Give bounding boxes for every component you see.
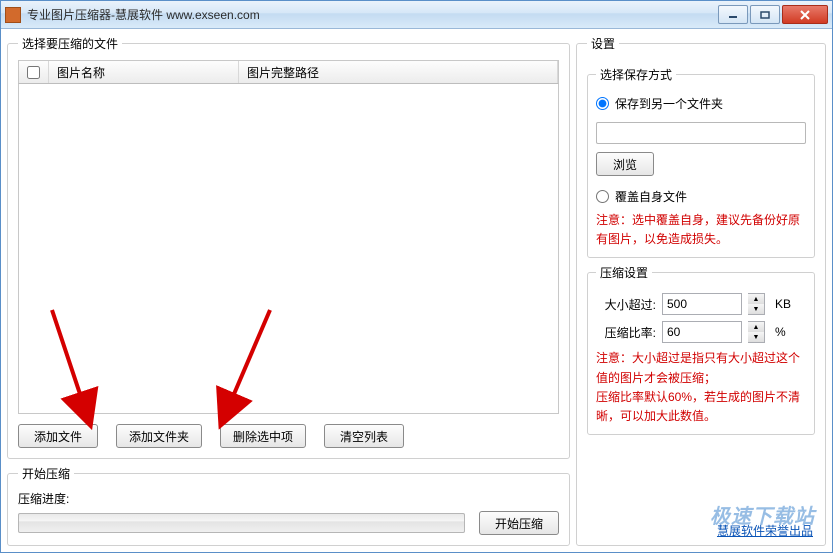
radio-overwrite-label: 覆盖自身文件: [615, 188, 687, 205]
overwrite-warning: 注意：选中覆盖自身，建议先备份好原有图片，以免造成损失。: [596, 211, 806, 249]
start-compress-button[interactable]: 开始压缩: [479, 511, 559, 535]
spin-down-icon[interactable]: ▼: [748, 332, 764, 342]
column-header-name[interactable]: 图片名称: [49, 61, 239, 83]
spin-up-icon[interactable]: ▲: [748, 322, 764, 332]
compress-settings-title: 压缩设置: [596, 264, 652, 281]
spin-down-icon[interactable]: ▼: [748, 304, 764, 314]
settings-title: 设置: [587, 35, 619, 52]
size-spinner[interactable]: ▲ ▼: [748, 293, 765, 315]
size-unit: KB: [775, 297, 791, 311]
file-list-header: 图片名称 图片完整路径: [18, 60, 559, 84]
progress-label: 压缩进度:: [18, 490, 559, 507]
radio-overwrite[interactable]: [596, 190, 609, 203]
add-folder-button[interactable]: 添加文件夹: [116, 424, 202, 448]
radio-overwrite-row[interactable]: 覆盖自身文件: [596, 188, 806, 205]
titlebar: 专业图片压缩器-慧展软件 www.exseen.com: [1, 1, 832, 29]
maximize-button[interactable]: [750, 5, 780, 24]
save-mode-group: 选择保存方式 保存到另一个文件夹 浏览 覆盖自身文件 注意：选中覆盖自身，建议先…: [587, 66, 815, 258]
app-icon: [5, 7, 21, 23]
settings-group: 设置 选择保存方式 保存到另一个文件夹 浏览 覆盖自身文件 注意：选中覆盖自身，…: [576, 35, 826, 546]
select-all-checkbox-cell[interactable]: [19, 61, 49, 83]
file-list-body[interactable]: [18, 84, 559, 414]
file-select-group: 选择要压缩的文件 图片名称 图片完整路径 添加文件 添加文件夹 删除选中项 清空…: [7, 35, 570, 459]
minimize-button[interactable]: [718, 5, 748, 24]
spin-up-icon[interactable]: ▲: [748, 294, 764, 304]
radio-save-other-row[interactable]: 保存到另一个文件夹: [596, 95, 806, 112]
size-threshold-label: 大小超过:: [596, 296, 656, 313]
save-mode-title: 选择保存方式: [596, 66, 676, 83]
ratio-spinner[interactable]: ▲ ▼: [748, 321, 765, 343]
file-select-title: 选择要压缩的文件: [18, 35, 122, 52]
compress-settings-group: 压缩设置 大小超过: ▲ ▼ KB 压缩比率:: [587, 264, 815, 435]
ratio-unit: %: [775, 325, 786, 339]
save-folder-input[interactable]: [596, 122, 806, 144]
delete-selected-button[interactable]: 删除选中项: [220, 424, 306, 448]
ratio-warning: 注意：大小超过是指只有大小超过这个值的图片才会被压缩； 压缩比率默认60%，若生…: [596, 349, 806, 426]
clear-list-button[interactable]: 清空列表: [324, 424, 404, 448]
window-title: 专业图片压缩器-慧展软件 www.exseen.com: [27, 6, 716, 23]
radio-save-other-label: 保存到另一个文件夹: [615, 95, 723, 112]
close-button[interactable]: [782, 5, 828, 24]
radio-save-other[interactable]: [596, 97, 609, 110]
compress-group: 开始压缩 压缩进度: 开始压缩: [7, 465, 570, 546]
progress-bar: [18, 513, 465, 533]
select-all-checkbox[interactable]: [27, 66, 40, 79]
compress-group-title: 开始压缩: [18, 465, 74, 482]
ratio-input[interactable]: [662, 321, 742, 343]
ratio-label: 压缩比率:: [596, 324, 656, 341]
size-threshold-input[interactable]: [662, 293, 742, 315]
vendor-link[interactable]: 慧展软件荣誉出品: [717, 522, 813, 539]
column-header-path[interactable]: 图片完整路径: [239, 61, 558, 83]
add-file-button[interactable]: 添加文件: [18, 424, 98, 448]
browse-button[interactable]: 浏览: [596, 152, 654, 176]
